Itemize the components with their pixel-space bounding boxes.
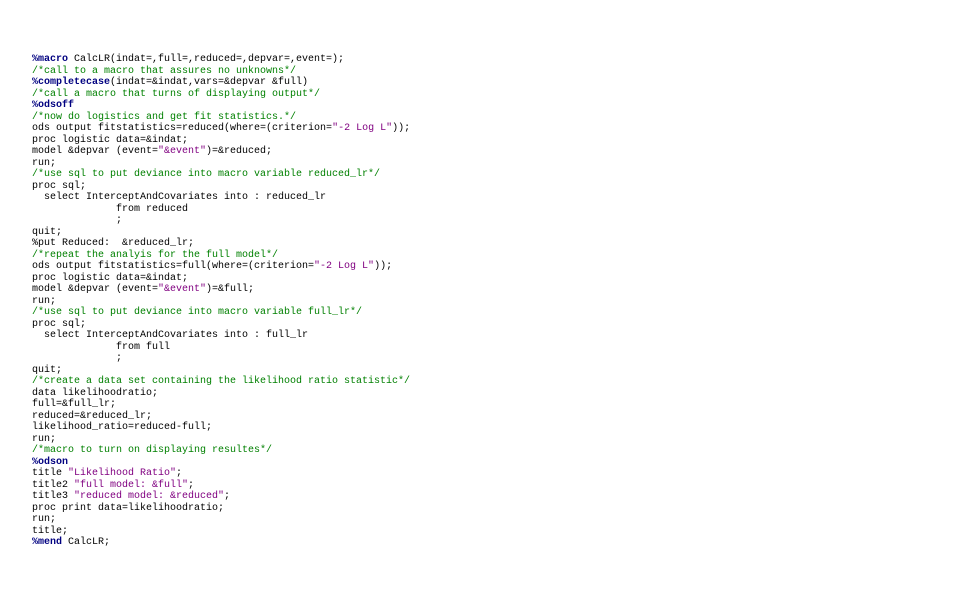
code-text: select InterceptAndCovariates into : ful…	[32, 330, 308, 341]
code-text: from reduced	[32, 204, 188, 215]
code-text: run;	[32, 296, 56, 307]
code-text: ods output fitstatistics=reduced(where=(…	[32, 123, 332, 134]
string: "reduced model: &reduced"	[74, 491, 224, 502]
code-text: )=&reduced;	[206, 146, 272, 157]
code-text: ;	[32, 215, 122, 226]
code-text: ods output fitstatistics=full(where=(cri…	[32, 261, 314, 272]
code-text: CalcLR;	[62, 537, 110, 548]
macro-odsoff: %odsoff	[32, 100, 74, 111]
string: "-2 Log L"	[314, 261, 374, 272]
code-text: ;	[32, 353, 122, 364]
string: "&event"	[158, 146, 206, 157]
string: "-2 Log L"	[332, 123, 392, 134]
code-text: title2	[32, 480, 74, 491]
comment: /*repeat the analyis for the full model*…	[32, 250, 278, 261]
code-text: quit;	[32, 227, 62, 238]
code-text: run;	[32, 514, 56, 525]
string: "&event"	[158, 284, 206, 295]
code-text: proc logistic data=&indat;	[32, 273, 188, 284]
code-text: proc sql;	[32, 319, 86, 330]
code-block: %macro CalcLR(indat=,full=,reduced=,depv…	[32, 54, 928, 549]
macro-odson: %odson	[32, 457, 68, 468]
comment: /*call to a macro that assures no unknow…	[32, 66, 296, 77]
macro-call: %completecase	[32, 77, 110, 88]
kw-macro: %macro	[32, 54, 68, 65]
code-text: model &depvar (event=	[32, 284, 158, 295]
code-text: (indat=&indat,vars=&depvar &full)	[110, 77, 308, 88]
code-text: quit;	[32, 365, 62, 376]
comment: /*macro to turn on displaying resultes*/	[32, 445, 272, 456]
code-text: title	[32, 468, 68, 479]
comment: /*use sql to put deviance into macro var…	[32, 307, 362, 318]
comment: /*create a data set containing the likel…	[32, 376, 410, 387]
code-text: proc logistic data=&indat;	[32, 135, 188, 146]
code-text: run;	[32, 158, 56, 169]
kw-mend: %mend	[32, 537, 62, 548]
code-text: data likelihoodratio;	[32, 388, 158, 399]
code-text: ;	[224, 491, 230, 502]
comment: /*use sql to put deviance into macro var…	[32, 169, 380, 180]
code-text: ));	[374, 261, 392, 272]
code-text: title;	[32, 526, 68, 537]
code-text: select InterceptAndCovariates into : red…	[32, 192, 326, 203]
code-text: likelihood_ratio=reduced-full;	[32, 422, 212, 433]
comment: /*call a macro that turns of displaying …	[32, 89, 320, 100]
code-text: from full	[32, 342, 170, 353]
code-text: proc print data=likelihoodratio;	[32, 503, 224, 514]
code-text: run;	[32, 434, 56, 445]
code-text: ));	[392, 123, 410, 134]
code-text: ;	[176, 468, 182, 479]
code-text: CalcLR(indat=,full=,reduced=,depvar=,eve…	[68, 54, 344, 65]
code-text: reduced=&reduced_lr;	[32, 411, 152, 422]
code-text: %put Reduced: &reduced_lr;	[32, 238, 194, 249]
code-text: model &depvar (event=	[32, 146, 158, 157]
string: "full model: &full"	[74, 480, 188, 491]
comment: /*now do logistics and get fit statistic…	[32, 112, 296, 123]
code-text: proc sql;	[32, 181, 86, 192]
code-text: full=&full_lr;	[32, 399, 116, 410]
code-text: title3	[32, 491, 74, 502]
code-text: )=&full;	[206, 284, 254, 295]
string: "Likelihood Ratio"	[68, 468, 176, 479]
code-text: ;	[188, 480, 194, 491]
